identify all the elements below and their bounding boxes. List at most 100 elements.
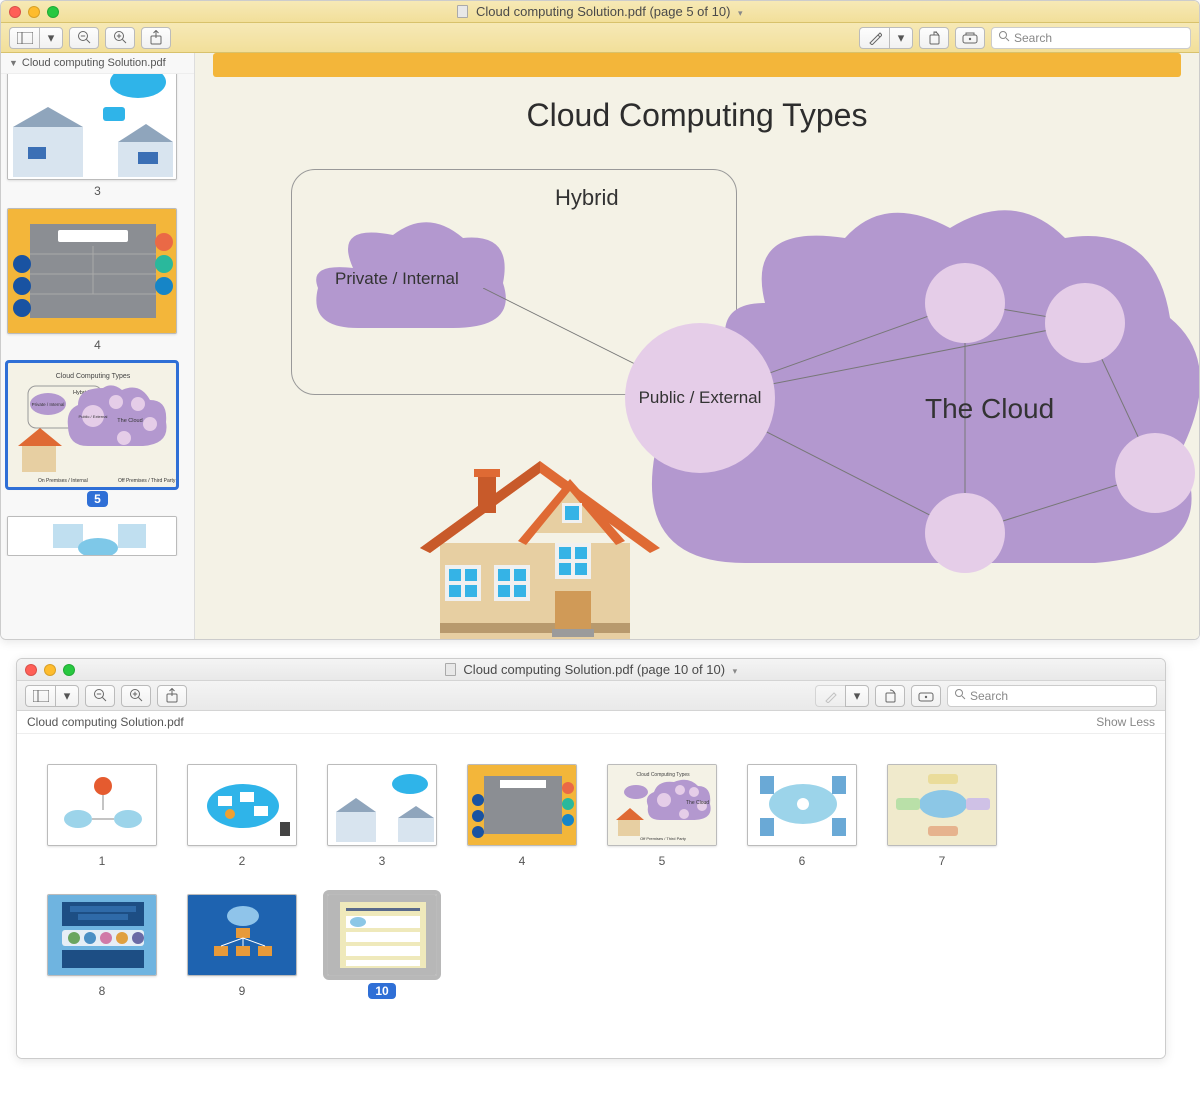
thumbnail-6[interactable] [7,516,188,556]
zoom-out-icon [77,30,92,45]
search-field[interactable]: Search [947,685,1157,707]
window-title: Cloud computing Solution.pdf (page 5 of … [1,4,1199,19]
rotate-button[interactable] [919,27,949,49]
private-cloud-label: Private / Internal [335,269,459,289]
zoom-in-button[interactable] [121,685,151,707]
toolbar: ▾ ▾ Search [17,681,1165,711]
markup-button[interactable] [911,685,941,707]
grid-thumb-1-label: 1 [99,854,106,868]
zoom-out-button[interactable] [69,27,99,49]
thumbnail-3[interactable]: 3 [7,74,188,198]
grid-thumb-3-label: 3 [379,854,386,868]
zoom-out-icon [93,688,108,703]
grid-thumb-2[interactable]: 2 [187,764,297,868]
markup-button[interactable] [955,27,985,49]
house-illustration [410,433,660,639]
search-icon [998,30,1010,45]
svg-text:On Premises / Internal: On Premises / Internal [38,478,88,484]
grid-thumb-7[interactable]: 7 [887,764,997,868]
markup-icon [962,32,978,44]
preview-window-2: Cloud computing Solution.pdf (page 10 of… [16,658,1166,1059]
yellow-band [213,53,1181,77]
minimize-window-button[interactable] [28,6,40,18]
highlight-menu-button[interactable]: ▾ [889,27,913,49]
share-icon [165,688,179,703]
highlight-menu-button[interactable]: ▾ [845,685,869,707]
minimize-window-button[interactable] [44,664,56,676]
grid-thumb-5-label: 5 [659,854,666,868]
page-5-canvas: Cloud Computing Types Hybrid [195,53,1199,639]
share-icon [149,30,163,45]
fullscreen-window-button[interactable] [47,6,59,18]
search-icon [954,688,966,703]
view-mode-menu-button[interactable]: ▾ [55,685,79,707]
svg-text:Public / External: Public / External [79,414,108,419]
document-view[interactable]: Cloud Computing Types Hybrid [195,53,1199,639]
share-button[interactable] [157,685,187,707]
zoom-in-button[interactable] [105,27,135,49]
titlebar[interactable]: Cloud computing Solution.pdf (page 5 of … [1,1,1199,23]
grid-thumb-1[interactable]: 1 [47,764,157,868]
svg-text:Private / Internal: Private / Internal [32,402,65,407]
thumbnails-column[interactable]: 3 [1,74,194,556]
grid-thumb-6[interactable]: 6 [747,764,857,868]
page-title: Cloud Computing Types [195,97,1199,134]
show-less-button[interactable]: Show Less [1096,715,1155,729]
document-icon [445,663,456,676]
sidebar-icon [33,690,49,702]
grid-thumb-5[interactable]: Cloud Computing TypesThe CloudOff Premis… [607,764,717,868]
toolbar: ▾ ▾ Search [1,23,1199,53]
fullscreen-window-button[interactable] [63,664,75,676]
view-mode-button[interactable] [9,27,39,49]
rotate-button[interactable] [875,685,905,707]
document-icon [457,5,468,18]
thumbnail-4[interactable]: 4 [7,208,188,352]
highlight-button[interactable] [815,685,845,707]
grid-thumb-8-label: 8 [99,984,106,998]
svg-text:Off Premises / Third Party: Off Premises / Third Party [640,836,686,841]
sidebar-header[interactable]: ▼ Cloud computing Solution.pdf [1,53,194,74]
pen-icon [824,689,838,703]
thumbnail-5-label: 5 [7,492,188,506]
grid-thumb-8[interactable]: 8 [47,894,157,998]
traffic-lights [25,664,75,676]
close-window-button[interactable] [25,664,37,676]
grid-thumb-6-label: 6 [799,854,806,868]
search-field[interactable]: Search [991,27,1191,49]
svg-text:The Cloud: The Cloud [117,418,142,424]
disclosure-triangle-icon[interactable]: ▼ [9,58,18,68]
share-button[interactable] [141,27,171,49]
grid-thumb-9[interactable]: 9 [187,894,297,998]
grid-thumb-10-label: 10 [368,984,395,998]
preview-window-1: Cloud computing Solution.pdf (page 5 of … [0,0,1200,640]
title-text: Cloud computing Solution.pdf (page 5 of … [476,4,730,19]
thumbnail-3-label: 3 [7,184,188,198]
svg-text:Cloud Computing Types: Cloud Computing Types [56,373,131,380]
highlight-button[interactable] [859,27,889,49]
zoom-out-button[interactable] [85,685,115,707]
grid-thumb-4[interactable]: 4 [467,764,577,868]
chevron-down-icon: ▾ [733,666,738,676]
pen-icon [868,31,882,45]
grid-thumb-3[interactable]: 3 [327,764,437,868]
close-window-button[interactable] [9,6,21,18]
grid-thumb-10[interactable]: 10 [327,894,437,998]
view-mode-button[interactable] [25,685,55,707]
grid-thumb-4-label: 4 [519,854,526,868]
zoom-in-icon [113,30,128,45]
grid-thumb-9-label: 9 [239,984,246,998]
title-text: Cloud computing Solution.pdf (page 10 of… [463,662,725,677]
svg-text:Off Premises / Third Party: Off Premises / Third Party [118,478,176,484]
thumbnail-grid[interactable]: 1 2 3 4 Cloud Computing TypesThe CloudOf… [17,734,1165,1058]
rotate-icon [927,31,942,45]
thumbnail-5[interactable]: Cloud Computing Types Private / Internal… [7,362,188,506]
grid-thumb-7-label: 7 [939,854,946,868]
search-placeholder: Search [1014,31,1052,45]
view-mode-menu-button[interactable]: ▾ [39,27,63,49]
the-cloud-label: The Cloud [925,393,1054,425]
chevron-down-icon: ▾ [738,8,743,18]
sidebar-icon [17,32,33,44]
markup-icon [918,690,934,702]
titlebar[interactable]: Cloud computing Solution.pdf (page 10 of… [17,659,1165,681]
svg-text:Cloud Computing Types: Cloud Computing Types [636,772,690,778]
